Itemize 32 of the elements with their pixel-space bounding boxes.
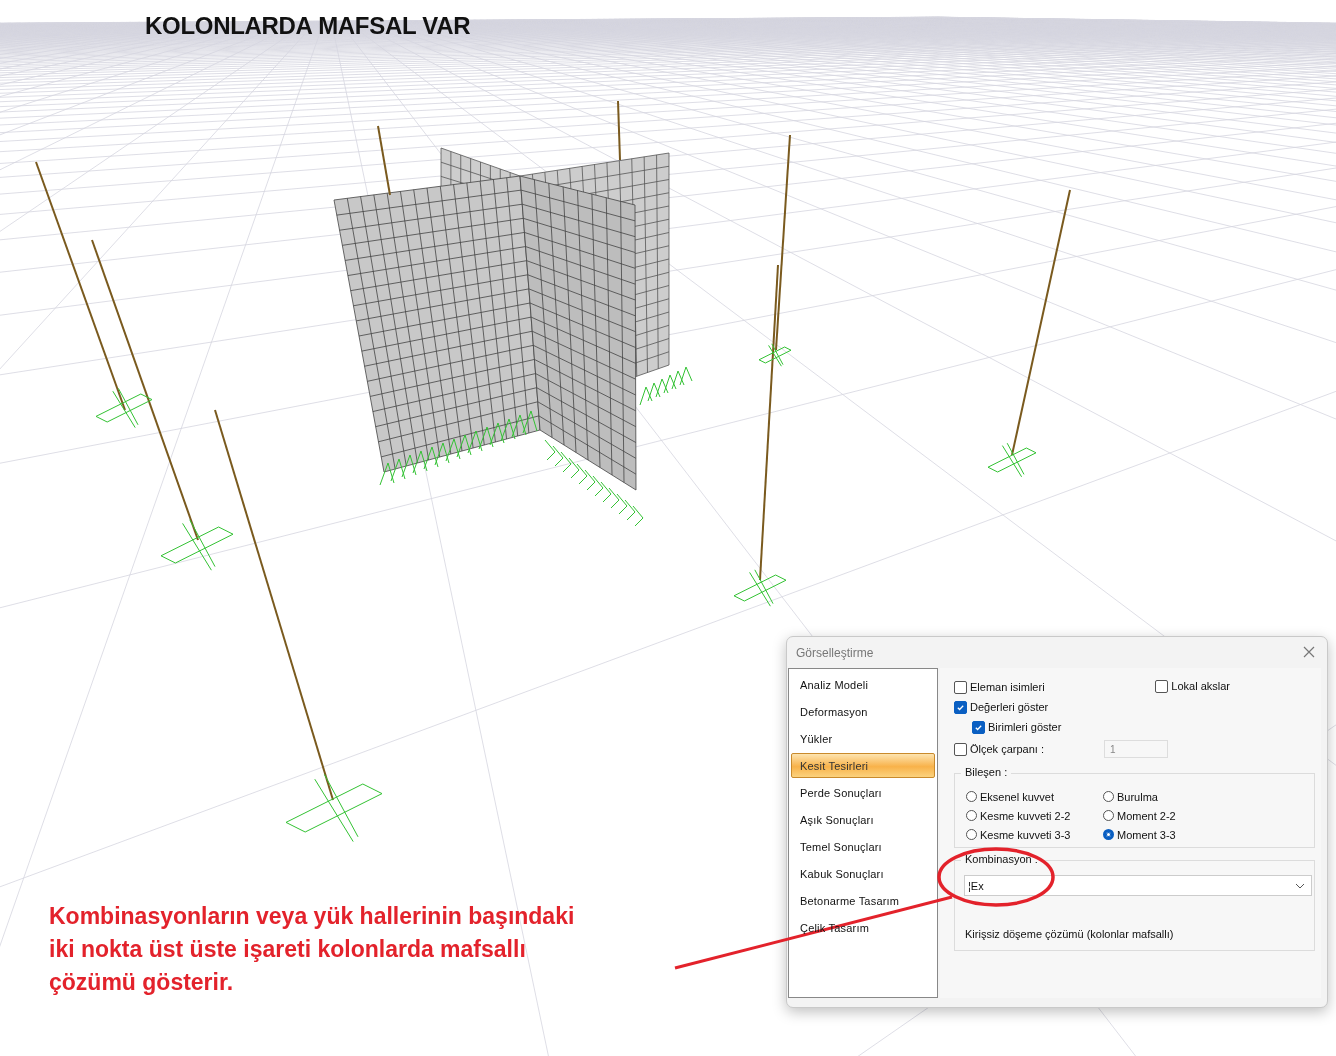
solution-note: Kirişsiz döşeme çözümü (kolonlar mafsallı) [965,928,1175,940]
checkbox[interactable]: Ölçek çarpanı : [954,742,1044,756]
category-item[interactable]: Yükler [791,726,935,751]
group-label: Kombinasyon : [961,853,1042,865]
category-item[interactable]: Kabuk Sonuçları [791,861,935,886]
group-label: Bileşen : [961,766,1012,778]
close-button[interactable] [1303,645,1317,660]
radio-option[interactable]: Kesme kuvveti 2-2 [966,807,1103,824]
radio-option[interactable]: Moment 3-3 [1103,826,1304,843]
chevron-down-icon [1295,882,1305,889]
category-item[interactable]: Deformasyon [791,699,935,724]
category-item[interactable]: Temel Sonuçları [791,834,935,859]
radio-option[interactable]: Burulma [1103,788,1304,805]
checkbox[interactable]: Eleman isimleri [954,680,1045,694]
checkbox[interactable]: Değerleri göster [954,700,1049,714]
category-item[interactable]: Kesit Tesirleri [791,753,935,778]
category-item[interactable]: Analiz Modeli [791,672,935,697]
checkbox[interactable]: Lokal akslar [1155,679,1230,693]
annotation-text: çözümü gösterir. [49,968,235,996]
radio-option[interactable]: Eksenel kuvvet [966,788,1103,805]
radio-option[interactable]: Moment 2-2 [1103,807,1304,824]
combination-dropdown[interactable]: ¦Ex [964,875,1312,896]
dialog-title: Görselleştirme [796,645,874,660]
category-item[interactable]: Betonarme Tasarım [791,888,935,913]
category-item[interactable]: Çelik Tasarım [791,915,935,940]
radio-option[interactable]: Kesme kuvveti 3-3 [966,826,1103,843]
annotation-text: iki nokta üst üste işareti kolonlarda mafsallı [49,935,527,963]
category-item[interactable]: Perde Sonuçları [791,780,935,805]
page-title: KOLONLARDA MAFSAL VAR [145,12,471,40]
annotation-text: Kombinasyonların veya yük hallerinin başındaki [49,902,575,930]
checkbox[interactable]: Birimleri göster [972,720,1062,734]
category-item[interactable]: Aşık Sonuçları [791,807,935,832]
